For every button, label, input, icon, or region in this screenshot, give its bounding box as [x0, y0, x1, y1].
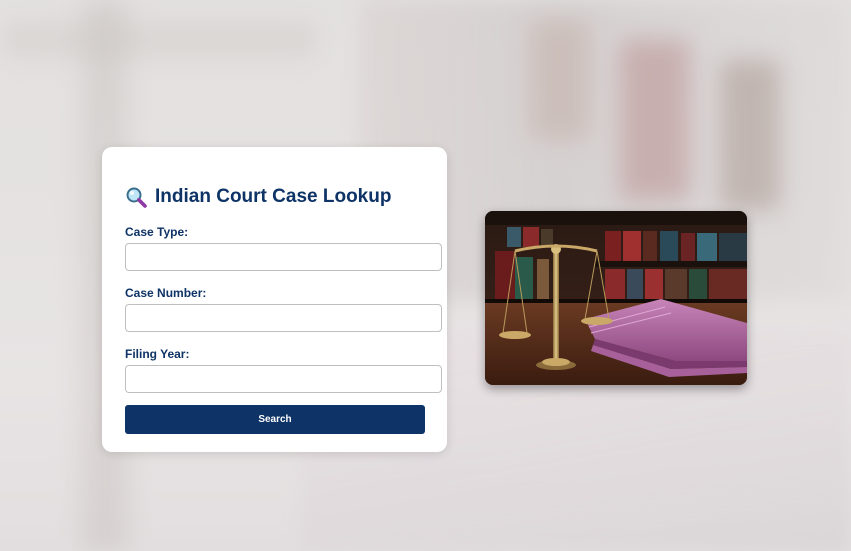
filing-year-label: Filing Year: [125, 347, 190, 361]
scales-of-justice-image [485, 211, 747, 385]
case-lookup-card: Indian Court Case Lookup Case Type: Case… [102, 147, 447, 452]
page-title: Indian Court Case Lookup [155, 186, 392, 207]
search-button[interactable]: Search [125, 405, 425, 434]
filing-year-input[interactable] [125, 365, 442, 393]
case-type-label: Case Type: [125, 225, 189, 239]
case-type-input[interactable] [125, 243, 442, 271]
case-number-input[interactable] [125, 304, 442, 332]
magnifying-glass-icon [125, 186, 147, 208]
card-header: Indian Court Case Lookup [125, 185, 442, 209]
case-number-label: Case Number: [125, 286, 207, 300]
